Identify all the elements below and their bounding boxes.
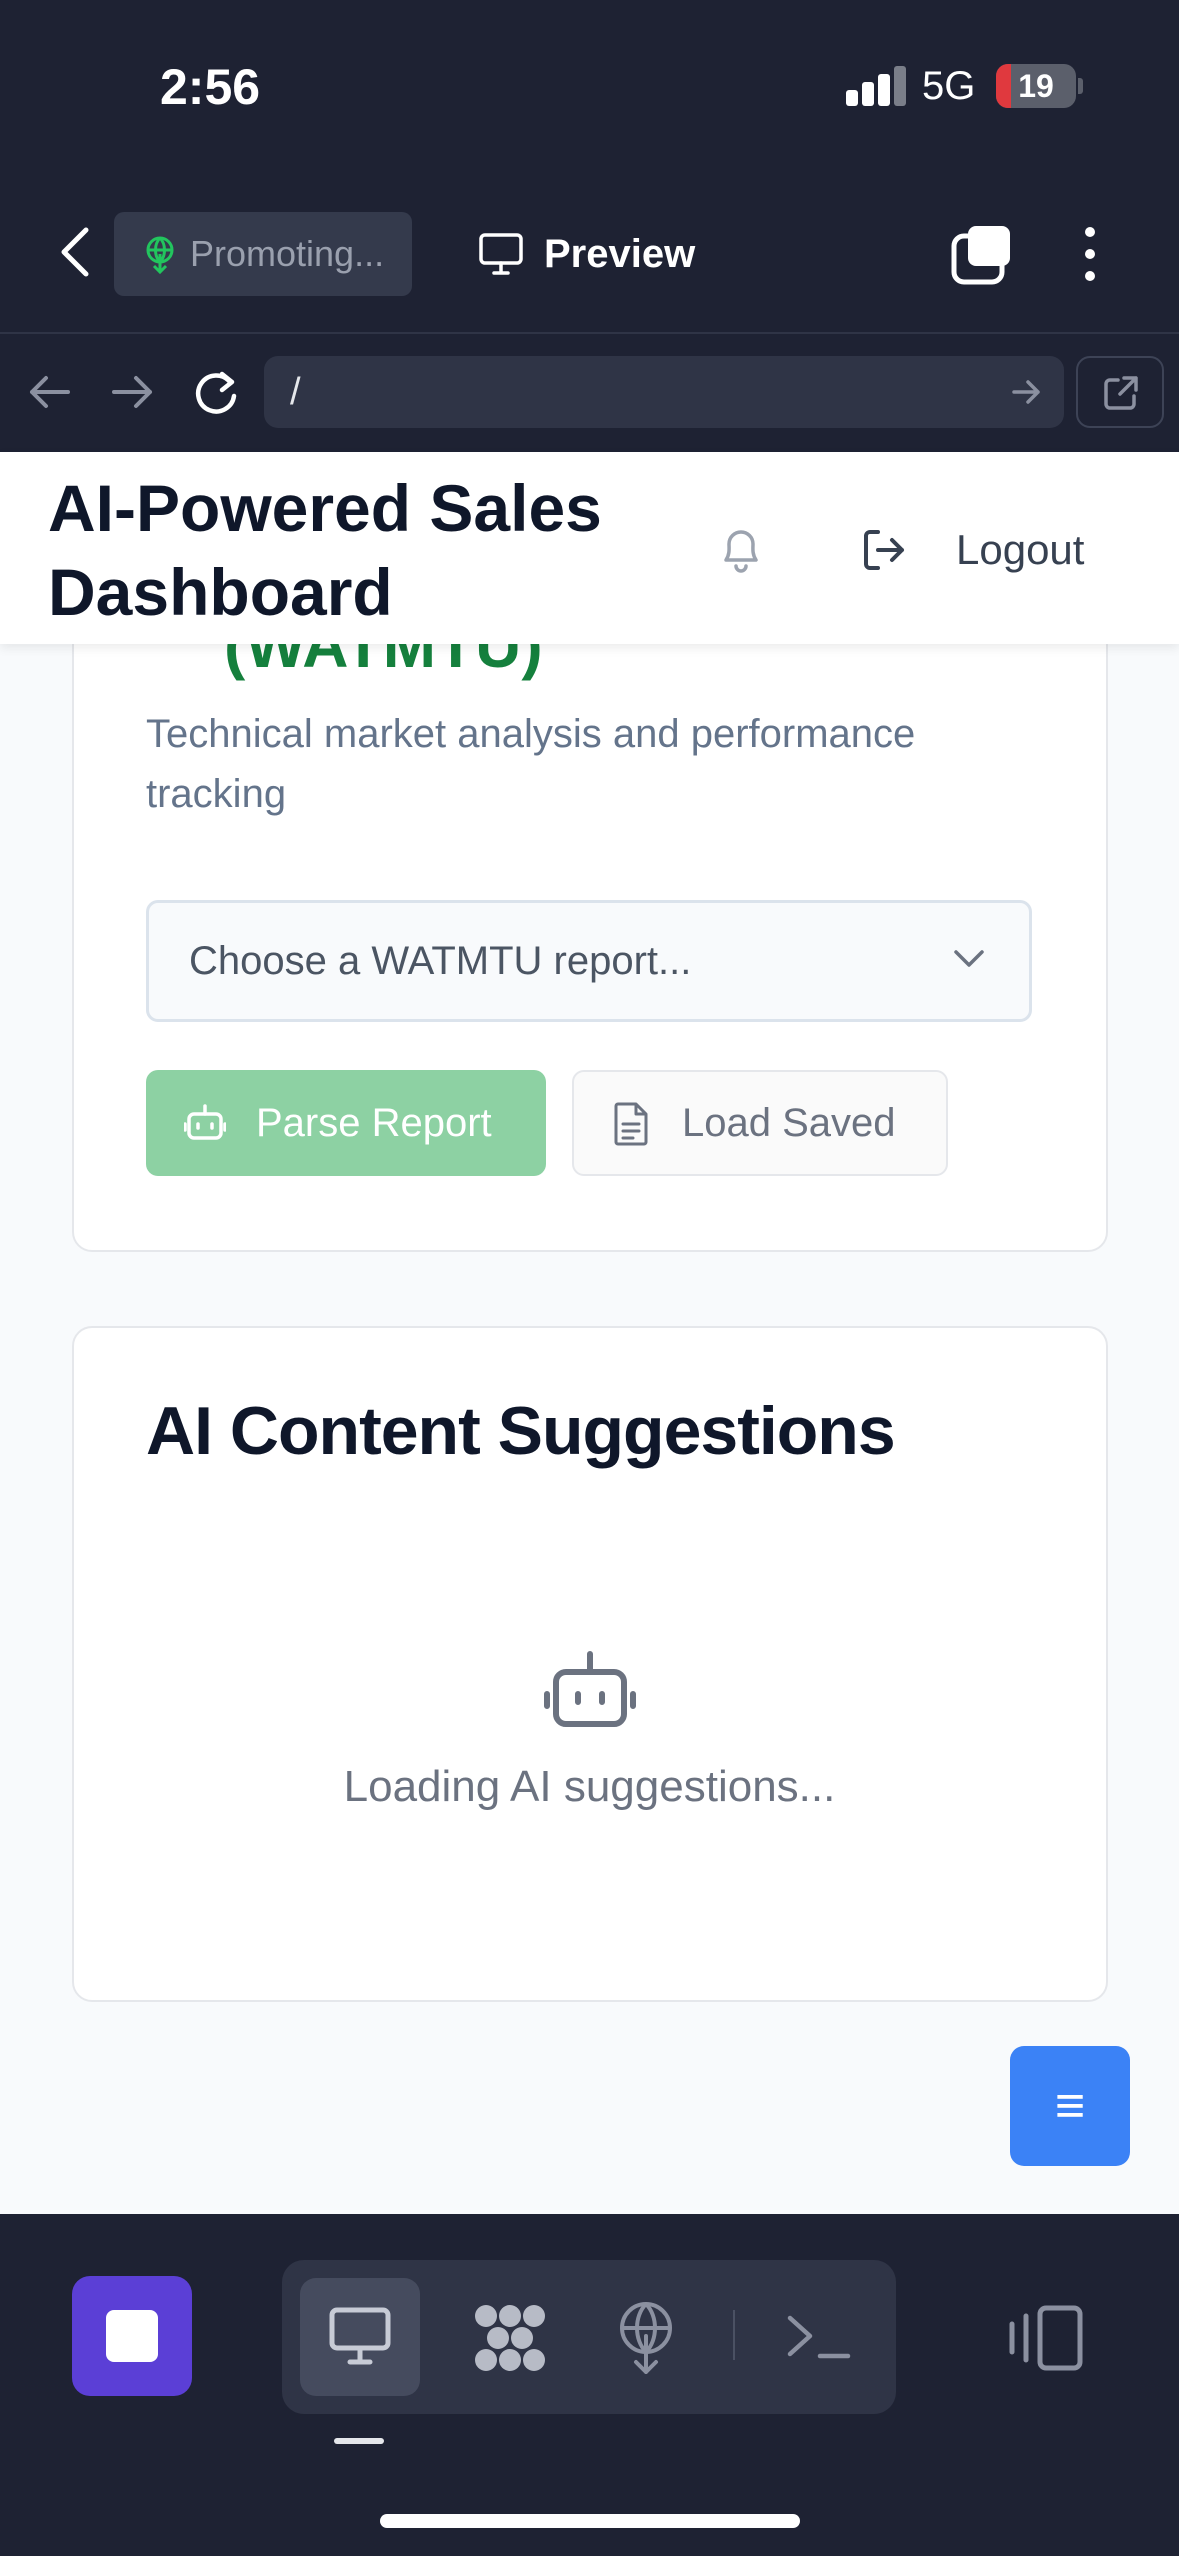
report-select-placeholder: Choose a WATMTU report... xyxy=(189,939,692,983)
packages-icon xyxy=(475,2305,545,2371)
tabs-icon[interactable] xyxy=(950,222,1014,286)
panel-toggle-icon[interactable] xyxy=(1006,2302,1086,2374)
status-time: 2:56 xyxy=(160,59,261,115)
url-input[interactable]: / xyxy=(264,356,1064,428)
tab-packages[interactable] xyxy=(452,2278,572,2396)
project-pill[interactable]: Promoting... xyxy=(114,212,412,296)
parse-report-button[interactable]: Parse Report xyxy=(146,1070,546,1176)
nav-back-arrow-icon[interactable] xyxy=(24,372,74,412)
suggestions-title: AI Content Suggestions xyxy=(146,1393,896,1469)
report-select[interactable]: Choose a WATMTU report... xyxy=(146,900,1032,1022)
bot-icon xyxy=(183,1102,227,1144)
monitor-icon xyxy=(329,2307,391,2365)
battery-percent: 19 xyxy=(1018,68,1054,104)
logout-label: Logout xyxy=(956,526,1085,573)
home-indicator[interactable] xyxy=(380,2514,800,2528)
chevron-down-icon xyxy=(953,949,985,969)
file-text-icon xyxy=(612,1102,650,1146)
monitor-icon xyxy=(478,232,524,276)
bot-icon xyxy=(544,1650,636,1730)
tab-separator xyxy=(733,2310,735,2360)
bell-icon[interactable] xyxy=(716,524,766,576)
back-chevron-icon[interactable] xyxy=(52,222,100,282)
more-vertical-icon[interactable] xyxy=(1070,222,1110,286)
report-card-description: Technical market analysis and performanc… xyxy=(146,712,916,816)
open-external-button[interactable] xyxy=(1076,356,1164,428)
terminal-icon xyxy=(787,2315,851,2359)
nav-forward-arrow-icon[interactable] xyxy=(108,372,158,412)
deploy-globe-icon xyxy=(620,2302,672,2374)
deploy-globe-icon xyxy=(140,234,180,275)
stop-icon xyxy=(106,2310,158,2362)
preview-button[interactable]: Preview xyxy=(478,212,738,296)
external-link-icon xyxy=(1104,376,1138,410)
logout-button[interactable]: Logout xyxy=(860,512,1120,588)
signal-icon xyxy=(846,66,908,106)
active-tab-indicator xyxy=(334,2438,384,2444)
reload-icon[interactable] xyxy=(190,368,242,416)
tab-shell[interactable] xyxy=(760,2278,880,2396)
url-text: / xyxy=(290,371,301,413)
tab-preview[interactable] xyxy=(300,2278,420,2396)
network-type: 5G xyxy=(922,64,976,108)
loading-text: Loading AI suggestions... xyxy=(343,1762,836,1811)
load-saved-button[interactable]: Load Saved xyxy=(572,1070,948,1176)
menu-icon: ≡ xyxy=(1054,2077,1086,2135)
battery-icon: 19 xyxy=(996,64,1076,108)
app-header: AI-Powered Sales Dashboard Logout xyxy=(0,452,1179,644)
load-saved-label: Load Saved xyxy=(682,1101,896,1145)
logout-icon xyxy=(860,526,908,574)
go-arrow-icon[interactable] xyxy=(1010,376,1044,408)
preview-label: Preview xyxy=(544,232,696,276)
battery-nub xyxy=(1078,78,1083,94)
tab-deploy[interactable] xyxy=(588,2278,708,2396)
menu-fab-button[interactable]: ≡ xyxy=(1010,2046,1130,2166)
app-title: AI-Powered Sales Dashboard xyxy=(48,471,602,629)
project-pill-label: Promoting... xyxy=(190,233,385,274)
stop-button[interactable] xyxy=(72,2276,192,2396)
parse-report-label: Parse Report xyxy=(256,1101,492,1145)
